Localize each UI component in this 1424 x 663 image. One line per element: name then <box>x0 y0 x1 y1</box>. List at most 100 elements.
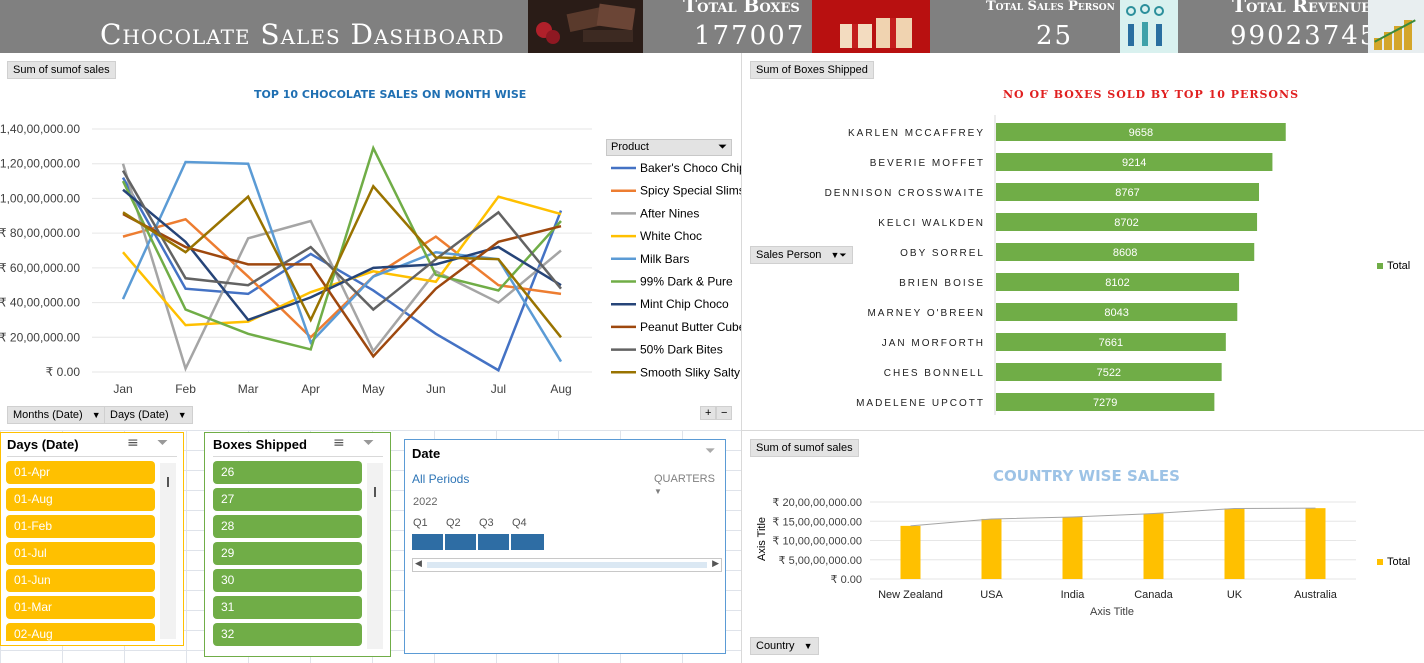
legend-entry: After Nines <box>640 206 699 220</box>
bar-mark <box>981 518 1002 579</box>
bar-data-label: 8767 <box>1115 187 1139 199</box>
multi-select-icon[interactable]: ≡ <box>333 435 345 451</box>
date-timeline: Date ⏷ All Periods QUARTERS ▼ 2022 Q1 Q2… <box>404 439 726 654</box>
dropdown-icon: ▼ <box>803 641 813 651</box>
days-date-label: Days (Date) <box>110 409 169 421</box>
timeline-q2-label: Q2 <box>446 517 461 529</box>
bar-value-field-button[interactable]: Sum of Boxes Shipped <box>750 61 874 79</box>
boxes-slicer-item[interactable]: 32 <box>213 623 362 646</box>
timeline-title: Date <box>412 446 441 461</box>
bar-mark <box>900 525 921 579</box>
x-tick-label: Aug <box>550 382 571 396</box>
filter-icon: ▼⏷ <box>830 250 847 260</box>
bar-category-label: DENNISON CROSSWAITE <box>825 188 985 199</box>
boxes-slicer-item[interactable]: 26 <box>213 461 362 484</box>
multi-select-icon[interactable]: ≡ <box>127 435 139 451</box>
y-tick-label: ₹ 1,20,00,000.00 <box>0 157 80 171</box>
days-date-button[interactable]: Days (Date) ▼ <box>104 406 193 424</box>
filter-icon[interactable]: ⏷ <box>718 140 727 154</box>
bar-category-label: KELCI WALKDEN <box>878 218 985 229</box>
country-legend-label: Total <box>1387 556 1411 568</box>
timeline-q2-bar[interactable] <box>445 534 477 550</box>
timeline-q1-label: Q1 <box>413 517 428 529</box>
days-slicer-title: Days (Date) <box>7 437 79 452</box>
bar-mark <box>1305 508 1326 579</box>
x-tick-label: May <box>362 382 385 396</box>
x-tick-label: New Zealand <box>878 589 943 601</box>
timeline-level-selector[interactable]: QUARTERS ▼ <box>654 473 725 497</box>
country-row-button[interactable]: Country ▼ <box>750 637 819 655</box>
country-x-axis-title: Axis Title <box>1090 606 1135 618</box>
months-date-label: Months (Date) <box>13 409 83 421</box>
x-tick-label: Feb <box>175 382 196 396</box>
timeline-q4-bar[interactable] <box>511 534 544 550</box>
y-tick-label: ₹ 60,00,000.00 <box>0 261 80 275</box>
series-line <box>121 176 563 373</box>
days-date-slicer: Days (Date) ≡ ⏷ 01-Apr 01-Aug 01-Feb 01-Jul… <box>0 432 184 646</box>
days-slicer-item[interactable]: 01-Jun <box>6 569 155 592</box>
days-slicer-item[interactable]: 01-Mar <box>6 596 155 619</box>
line-value-field-button[interactable]: Sum of sumof sales <box>7 61 116 79</box>
bar-category-label: BEVERIE MOFFET <box>870 158 985 169</box>
days-slicer-item[interactable]: 01-Aug <box>6 488 155 511</box>
series-line <box>121 160 563 363</box>
product-legend-title: Product <box>611 141 649 153</box>
country-chart-title: COUNTRY WISE SALES <box>993 467 1180 485</box>
bar-category-label: MARNEY O'BREEN <box>867 308 985 319</box>
days-slicer-item[interactable]: 01-Feb <box>6 515 155 538</box>
bar-category-label: MADELENE UPCOTT <box>856 398 985 409</box>
sales-person-button[interactable]: Sales Person ▼⏷ <box>750 246 853 264</box>
clear-filter-icon[interactable]: ⏷ <box>705 444 715 459</box>
scroll-left-icon[interactable]: ◀ <box>415 559 422 569</box>
y-tick-label: ₹ 15,00,00,000.00 <box>772 516 862 528</box>
people-image <box>1120 0 1178 53</box>
x-tick-label: India <box>1061 589 1086 601</box>
x-tick-label: Jan <box>113 382 132 396</box>
boxes-slicer-item[interactable]: 28 <box>213 515 362 538</box>
x-tick-label: UK <box>1227 589 1243 601</box>
x-tick-label: Australia <box>1294 589 1338 601</box>
bar-data-label: 8608 <box>1113 247 1137 259</box>
kpi-boxes-label: Total Boxes <box>683 0 800 17</box>
scroll-right-icon[interactable]: ▶ <box>712 559 719 569</box>
y-tick-label: ₹ 20,00,000.00 <box>0 330 80 344</box>
months-date-button[interactable]: Months (Date) ▼ <box>7 406 107 424</box>
days-slicer-item[interactable]: 01-Apr <box>6 461 155 484</box>
product-legend-header[interactable]: Product ⏷ <box>606 139 732 156</box>
dropdown-icon: ▼ <box>177 410 187 420</box>
days-slicer-item[interactable]: 02-Aug <box>6 623 155 641</box>
series-line <box>121 163 562 372</box>
y-tick-label: ₹ 1,40,00,000.00 <box>0 122 80 136</box>
clear-filter-icon[interactable]: ⏷ <box>363 435 374 451</box>
timeline-level-label: QUARTERS <box>654 473 715 485</box>
kpi-salesperson-value: 25 <box>1036 21 1074 51</box>
boxes-slicer-item[interactable]: 30 <box>213 569 362 592</box>
country-value-field-button[interactable]: Sum of sumof sales <box>750 439 859 457</box>
clear-filter-icon[interactable]: ⏷ <box>157 435 168 451</box>
boxes-shipped-slicer: Boxes Shipped ≡ ⏷ 26 27 28 29 30 31 32 <box>204 432 391 657</box>
boxes-slicer-item[interactable]: 29 <box>213 542 362 565</box>
days-slicer-item[interactable]: 01-Jul <box>6 542 155 565</box>
timeline-scrollbar[interactable]: ◀ ▶ <box>412 558 722 572</box>
boxes-slicer-item[interactable]: 31 <box>213 596 362 619</box>
legend-entry: Milk Bars <box>640 252 689 266</box>
kpi-boxes-value: 177007 <box>694 21 806 51</box>
y-tick-label: ₹ 80,00,000.00 <box>0 226 80 240</box>
timeline-q3-bar[interactable] <box>478 534 510 550</box>
x-tick-label: Apr <box>301 382 320 396</box>
days-slicer-scrollbar[interactable] <box>160 463 176 639</box>
bar-data-label: 7279 <box>1093 397 1117 409</box>
boxes-slicer-item[interactable]: 27 <box>213 488 362 511</box>
legend-entry: 50% Dark Bites <box>640 343 723 357</box>
boxes-slicer-scrollbar[interactable] <box>367 463 383 649</box>
bar-data-label: 9658 <box>1129 127 1153 139</box>
y-tick-label: ₹ 20,00,00,000.00 <box>772 497 862 509</box>
collapse-field-button[interactable]: − <box>716 406 733 420</box>
timeline-all-periods[interactable]: All Periods <box>412 472 469 486</box>
trend-line <box>910 507 1316 527</box>
expand-field-button[interactable]: + <box>700 406 717 420</box>
kpi-revenue-label: Total Revenue <box>1232 0 1372 17</box>
boxes-slicer-title: Boxes Shipped <box>213 437 307 452</box>
timeline-q1-bar[interactable] <box>412 534 444 550</box>
legend-entry: Smooth Sliky Salty <box>640 365 740 379</box>
